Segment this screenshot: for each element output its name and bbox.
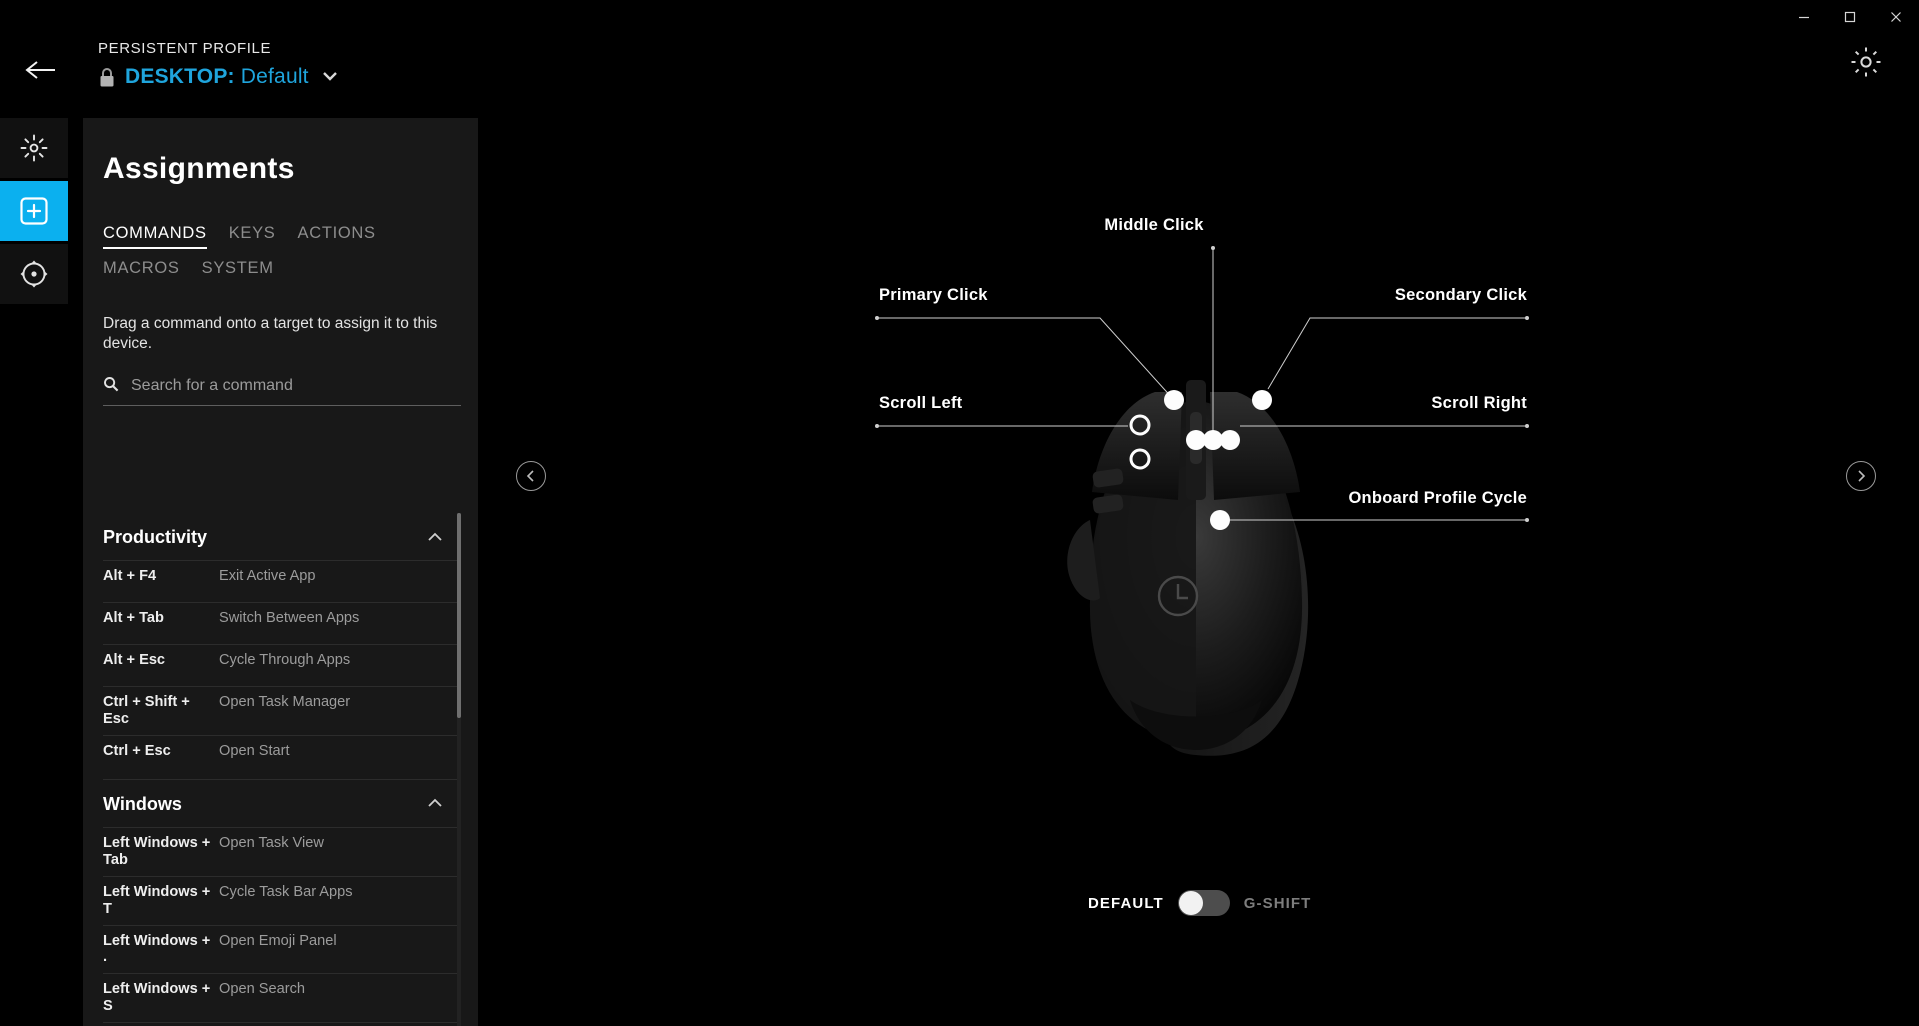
chevron-down-icon[interactable] [322,68,338,86]
command-row[interactable]: Left Windows + . Open Emoji Panel [103,924,461,974]
command-row[interactable]: Ctrl + Shift + Esc Open Task Manager [103,686,461,735]
label-secondary-click: Secondary Click [1394,286,1527,304]
gshift-toggle[interactable] [1177,890,1230,916]
device-nav-rail [0,118,68,307]
tab-actions[interactable]: ACTIONS [298,224,376,249]
command-description: Cycle Through Apps [219,652,351,668]
command-row[interactable]: Alt + Tab Switch Between Apps [103,602,461,644]
search-input[interactable] [131,377,461,396]
lighting-icon [20,134,48,162]
command-description: Open Search [219,981,305,998]
assignment-targets [1129,390,1272,530]
target-side-button [1129,448,1151,470]
command-keys: Left Windows + . [103,932,211,966]
toggle-knob [1178,891,1203,915]
command-keys: Ctrl + Shift + Esc [103,694,190,727]
target-secondary-click [1252,390,1272,410]
command-group-title: Productivity [103,527,208,547]
target-middle-click [1186,430,1206,450]
profile-name: DESKTOP: Default [125,65,309,89]
toggle-label-gshift: G-SHIFT [1243,894,1312,912]
command-keys: Alt + F4 [103,568,157,584]
command-row[interactable]: Alt + F4 Exit Active App [103,560,461,602]
command-row[interactable]: Ctrl + Esc Open Start [103,734,461,777]
chevron-up-icon[interactable] [427,795,443,813]
mouse-illustration [1067,380,1309,756]
command-list: Productivity Alt + F4 Exit Active App Alt +… [103,513,461,1026]
command-description: Cycle Task Bar Apps [219,883,353,900]
command-description: Open Task View [219,834,324,851]
app-root: PERSISTENT PROFILE DESKTOP: Default Assi… [0,0,1919,1026]
chevron-up-icon[interactable] [427,529,443,547]
command-row[interactable]: Left Windows + Ctrl + EnterOpen Narrator [103,1022,461,1026]
search-field[interactable] [103,376,461,406]
command-list-scroll[interactable]: Productivity Alt + F4 Exit Active App Alt +… [83,513,478,1026]
gshift-toggle-row: DEFAULT G-SHIFT [1088,890,1311,916]
target-wheel [1203,430,1223,450]
page-title: Assignments [103,152,295,185]
assignments-tabs: COMMANDS KEYS ACTIONS MACROS SYSTEM [103,224,443,284]
close-button[interactable] [1873,0,1919,34]
toggle-label-default: DEFAULT [1088,894,1164,912]
command-description: Open Start [219,742,290,759]
sidebar-item-lightsync[interactable] [0,118,68,178]
command-keys: Ctrl + Esc [103,742,171,759]
profile-prefix: DESKTOP: [125,65,235,88]
tab-system[interactable]: SYSTEM [202,259,274,284]
chevron-right-icon [1858,470,1866,482]
drag-hint: Drag a command onto a target to assign i… [103,315,438,352]
previous-device-button[interactable] [516,461,546,491]
profile-kicker: PERSISTENT PROFILE [98,40,272,57]
sensitivity-crosshair-icon [20,260,48,288]
profile-value: Default [240,65,309,88]
profile-header: PERSISTENT PROFILE DESKTOP: Default [98,40,338,89]
assignments-plus-icon [20,197,48,225]
command-description: Switch Between Apps [219,610,360,626]
assignments-panel: Assignments COMMANDS KEYS ACTIONS MACROS… [83,118,478,1026]
tab-commands[interactable]: COMMANDS [103,224,207,249]
gear-icon [1851,47,1881,77]
target-onboard-profile-cycle [1210,510,1230,530]
settings-button[interactable] [1849,45,1883,79]
scrollbar-thumb[interactable] [457,513,461,718]
target-scroll-left [1129,414,1151,436]
label-primary-click: Primary Click [879,286,988,304]
label-scroll-left: Scroll Left [879,394,963,412]
search-icon [103,376,119,397]
minimize-button[interactable] [1781,0,1827,34]
command-row[interactable]: Left Windows + S Open Search [103,973,461,1022]
label-onboard-profile-cycle: Onboard Profile Cycle [1348,489,1527,507]
label-middle-click: Middle Click [1104,216,1204,234]
next-device-button[interactable] [1846,461,1876,491]
command-row[interactable]: Left Windows + T Cycle Task Bar Apps [103,875,461,925]
label-scroll-right: Scroll Right [1431,394,1527,412]
back-arrow-icon [25,61,55,79]
target-primary-click [1164,390,1184,410]
sidebar-item-assignments[interactable] [0,181,68,241]
command-keys: Left Windows + S [103,981,211,1015]
sidebar-item-sensitivity[interactable] [0,244,68,304]
command-description: Exit Active App [219,568,316,584]
command-keys: Left Windows + Tab [103,834,211,868]
command-group-title: Windows [103,793,182,814]
command-keys: Alt + Tab [103,610,164,626]
command-keys: Alt + Esc [103,652,166,668]
command-row[interactable]: Alt + Esc Cycle Through Apps [103,644,461,686]
command-description: Open Task Manager [219,694,351,710]
command-keys: Left Windows + T [103,883,211,917]
tab-keys[interactable]: KEYS [229,224,276,249]
target-scroll-right [1220,430,1240,450]
maximize-button[interactable] [1827,0,1873,34]
command-row[interactable]: Left Windows + Tab Open Task View [103,826,461,876]
window-controls [1781,0,1919,38]
profile-selector[interactable]: DESKTOP: Default [98,65,338,89]
command-group-header[interactable]: Productivity [103,513,461,560]
command-group-header[interactable]: Windows [103,780,461,827]
chevron-left-icon [526,470,534,482]
lock-icon [98,67,116,88]
tab-macros[interactable]: MACROS [103,259,180,284]
back-button[interactable] [22,55,60,85]
command-description: Open Emoji Panel [219,932,337,949]
